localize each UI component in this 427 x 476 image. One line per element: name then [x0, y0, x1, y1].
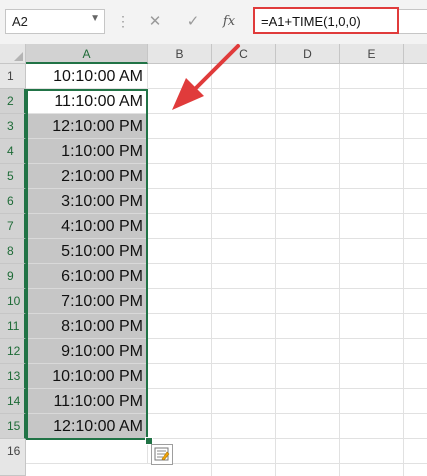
cell-a7[interactable]: 4:10:00 PM	[26, 214, 148, 239]
cell-a2[interactable]: 11:10:00 AM	[26, 89, 148, 114]
formula-text: =A1+TIME(1,0,0)	[261, 14, 361, 29]
cell-a1[interactable]: 10:10:00 AM	[26, 64, 148, 89]
row-header[interactable]: 8	[0, 239, 26, 264]
row-header[interactable]: 15	[0, 414, 26, 439]
cell-a6[interactable]: 3:10:00 PM	[26, 189, 148, 214]
column-header-e[interactable]: E	[340, 44, 404, 64]
name-box[interactable]: A2 ▼	[5, 9, 105, 34]
cell-a5[interactable]: 2:10:00 PM	[26, 164, 148, 189]
insert-function-icon[interactable]: fx	[214, 9, 244, 34]
column-header-b[interactable]: B	[148, 44, 212, 64]
drag-handle-icon[interactable]: ⋮	[116, 13, 130, 30]
chevron-down-icon[interactable]: ▼	[90, 13, 100, 24]
autofill-options-button[interactable]	[151, 444, 173, 465]
row-header[interactable]: 5	[0, 164, 26, 189]
column-header-f[interactable]	[404, 44, 427, 64]
cell-a10[interactable]: 7:10:00 PM	[26, 289, 148, 314]
check-icon[interactable]: ✓	[178, 9, 208, 34]
name-box-value: A2	[12, 14, 28, 29]
cell-a8[interactable]: 5:10:00 PM	[26, 239, 148, 264]
row-header[interactable]: 2	[0, 89, 26, 114]
cell-a9[interactable]: 6:10:00 PM	[26, 264, 148, 289]
cancel-icon[interactable]: ✕	[140, 9, 170, 34]
row-header[interactable]: 6	[0, 189, 26, 214]
row-header[interactable]: 12	[0, 339, 26, 364]
row-header[interactable]: 11	[0, 314, 26, 339]
row-header[interactable]: 3	[0, 114, 26, 139]
cell-a15[interactable]: 12:10:00 AM	[26, 414, 148, 439]
row-header[interactable]: 1	[0, 64, 26, 89]
select-all-icon	[14, 52, 23, 61]
formula-bar: A2 ▼ ⋮ ✕ ✓ fx =A1+TIME(1,0,0)	[0, 0, 427, 44]
row-header[interactable]: 16	[0, 439, 26, 476]
row-header[interactable]: 4	[0, 139, 26, 164]
row-header[interactable]: 10	[0, 289, 26, 314]
cell-a11[interactable]: 8:10:00 PM	[26, 314, 148, 339]
worksheet-grid: A B C D E 1 2 3 4 5 6 7 8 9 10 11 12 13 …	[0, 44, 427, 476]
cell-a4[interactable]: 1:10:00 PM	[26, 139, 148, 164]
autofill-options-icon	[154, 447, 170, 461]
column-header-a[interactable]: A	[26, 44, 148, 64]
formula-input-extension[interactable]	[399, 9, 427, 34]
row-header[interactable]: 9	[0, 264, 26, 289]
cell-a3[interactable]: 12:10:00 PM	[26, 114, 148, 139]
cell-a13[interactable]: 10:10:00 PM	[26, 364, 148, 389]
cell-a12[interactable]: 9:10:00 PM	[26, 339, 148, 364]
row-header[interactable]: 14	[0, 389, 26, 414]
column-header-d[interactable]: D	[276, 44, 340, 64]
grid-lines	[148, 64, 427, 476]
column-header-c[interactable]: C	[212, 44, 276, 64]
cell-a14[interactable]: 11:10:00 PM	[26, 389, 148, 414]
row-header[interactable]: 7	[0, 214, 26, 239]
cell-a16[interactable]	[26, 439, 148, 464]
select-all-button[interactable]	[0, 44, 26, 64]
row-header[interactable]: 13	[0, 364, 26, 389]
formula-input[interactable]: =A1+TIME(1,0,0)	[253, 7, 399, 34]
